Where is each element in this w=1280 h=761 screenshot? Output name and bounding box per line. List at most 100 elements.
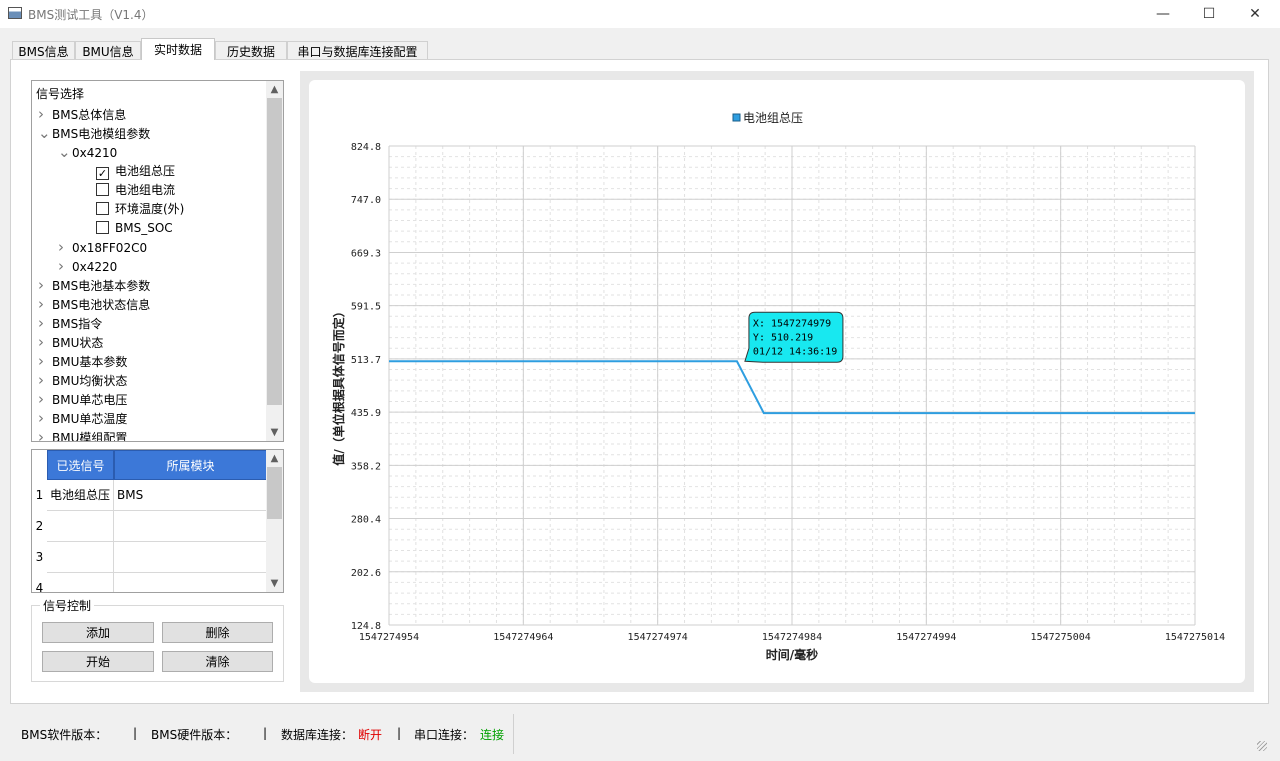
x-tick-label: 1547274984 [762,632,822,643]
legend-marker [732,113,741,122]
delete-button[interactable]: 删除 [162,622,273,643]
x-tick-label: 1547274954 [359,632,419,643]
chevron-down-icon[interactable]: ⌄ [38,124,52,143]
tree-item[interactable]: 电池组电流 [78,181,175,200]
database-connection-status: 断开 [358,728,383,742]
tooltip-text: 01/12 14:36:19 [753,346,837,357]
maximize-button[interactable]: ☐ [1186,0,1232,28]
tree-item-label: 0x18FF02C0 [72,241,148,255]
tree-item[interactable]: › BMS电池状态信息 [38,295,150,314]
table-cell-signal[interactable]: 电池组总压 [47,480,114,511]
tree-item-label: BMU单芯电压 [52,393,128,407]
scroll-thumb[interactable] [267,98,282,405]
y-tick-label: 358.2 [351,461,381,472]
table-cell-module[interactable] [114,573,267,592]
tab-connection-config[interactable]: 串口与数据库连接配置 [287,41,428,60]
tab-history-data[interactable]: 历史数据 [215,41,287,60]
tree-item[interactable]: › 0x4220 [58,257,117,276]
table-cell-signal[interactable] [47,542,114,573]
tree-scrollbar[interactable]: ▲ ▼ [266,81,283,441]
tree-item[interactable]: › BMU状态 [38,333,103,352]
minimize-button[interactable]: — [1140,0,1186,28]
start-button[interactable]: 开始 [42,651,154,672]
x-tick-label: 1547274964 [493,632,553,643]
tree-item[interactable]: ✓ 电池组总压 [78,162,175,181]
tree-item[interactable]: 环境温度(外) [78,200,184,219]
tree-item[interactable]: ⌄BMS电池模组参数 [38,124,150,143]
table-cell-module[interactable]: BMS [114,480,267,511]
tree-item[interactable]: › BMU单芯电压 [38,390,127,409]
signal-tree-header: 信号选择 [36,87,85,101]
tree-item[interactable]: › BMU基本参数 [38,352,127,371]
chevron-right-icon[interactable]: › [38,333,52,352]
scroll-thumb[interactable] [267,467,282,519]
scroll-up-icon[interactable]: ▲ [266,81,283,98]
column-header-module[interactable]: 所属模块 [114,450,267,480]
chevron-right-icon[interactable]: › [38,409,52,428]
tree-item[interactable]: BMS_SOC [78,219,173,238]
signal-control-group: 信号控制 添加 删除 开始 清除 [31,597,284,682]
y-tick-label: 124.8 [351,621,381,632]
resize-grip-icon[interactable] [1257,741,1267,751]
chevron-right-icon[interactable]: › [38,295,52,314]
column-header-signal[interactable]: 已选信号 [47,450,114,480]
scroll-down-icon[interactable]: ▼ [266,575,283,592]
chevron-right-icon[interactable]: › [38,371,52,390]
chevron-right-icon[interactable]: › [38,428,52,441]
chevron-right-icon[interactable]: › [58,257,72,276]
chevron-right-icon[interactable]: › [38,390,52,409]
status-bar: BMS软件版本： | BMS硬件版本： | 数据库连接： 断开 | 串口连接： … [0,708,1280,761]
tree-item-label: BMU均衡状态 [52,374,128,388]
row-number: 2 [35,519,44,533]
tree-item-label: BMS总体信息 [52,108,127,122]
chevron-right-icon[interactable]: › [38,105,52,124]
status-separator: | [133,726,138,740]
tree-item[interactable]: › 0x18FF02C0 [58,238,147,257]
close-button[interactable]: ✕ [1232,0,1278,28]
table-cell-module[interactable] [114,542,267,573]
tree-item[interactable]: › BMU模组配置 [38,428,127,441]
clear-button[interactable]: 清除 [162,651,273,672]
row-number: 1 [35,488,44,502]
chevron-down-icon[interactable]: ⌄ [58,143,72,162]
tab-bmu-info[interactable]: BMU信息 [75,41,141,60]
tree-item-label: BMU单芯温度 [52,412,128,426]
tree-item[interactable]: › BMS总体信息 [38,105,126,124]
tab-bms-info[interactable]: BMS信息 [12,41,75,60]
scroll-down-icon[interactable]: ▼ [266,424,283,441]
y-tick-label: 202.6 [351,568,381,579]
table-cell-module[interactable] [114,511,267,542]
signal-checkbox[interactable] [96,221,109,234]
tree-item[interactable]: ⌄0x4210 [58,143,117,162]
chart-panel: 824.8 747.0 669.3 591.5 513.7 435.9 358.2 280.4… [309,80,1245,683]
chevron-right-icon[interactable]: › [58,238,72,257]
status-separator: | [397,726,402,740]
chevron-right-icon[interactable]: › [38,276,52,295]
tree-item-label: 电池组总压 [115,164,176,178]
signal-tree[interactable]: 信号选择 › BMS总体信息 ⌄BMS电池模组参数 ⌄0x4210 ✓ 电池组总压 电池组电… [31,80,284,442]
signal-checkbox[interactable] [96,183,109,196]
signal-control-title: 信号控制 [40,597,95,614]
tree-item-label: 环境温度(外) [115,202,185,216]
signal-checkbox[interactable]: ✓ [96,167,109,180]
table-cell-signal[interactable] [47,511,114,542]
tree-item[interactable]: › BMU单芯温度 [38,409,127,428]
table-cell-signal[interactable] [47,573,114,592]
tree-item[interactable]: › BMU均衡状态 [38,371,127,390]
chevron-right-icon[interactable]: › [38,314,52,333]
signal-checkbox[interactable] [96,202,109,215]
tooltip-text: X: 1547274979 [753,318,831,329]
legend-label: 电池组总压 [743,111,803,125]
add-button[interactable]: 添加 [42,622,154,643]
x-axis-label: 时间/毫秒 [766,647,818,662]
y-tick-label: 435.9 [351,408,381,419]
row-number: 4 [35,581,44,593]
tree-item[interactable]: › BMS指令 [38,314,102,333]
table-scrollbar[interactable]: ▲ ▼ [266,450,283,592]
chevron-right-icon[interactable]: › [38,352,52,371]
tree-item[interactable]: › BMS电池基本参数 [38,276,150,295]
selected-signals-table: 已选信号 所属模块 1 电池组总压 BMS 2 3 4 ▲ ▼ [31,449,284,593]
scroll-up-icon[interactable]: ▲ [266,450,283,467]
realtime-line-chart[interactable]: 824.8 747.0 669.3 591.5 513.7 435.9 358.2 280.4… [309,80,1245,683]
tab-realtime-data[interactable]: 实时数据 [141,38,215,60]
